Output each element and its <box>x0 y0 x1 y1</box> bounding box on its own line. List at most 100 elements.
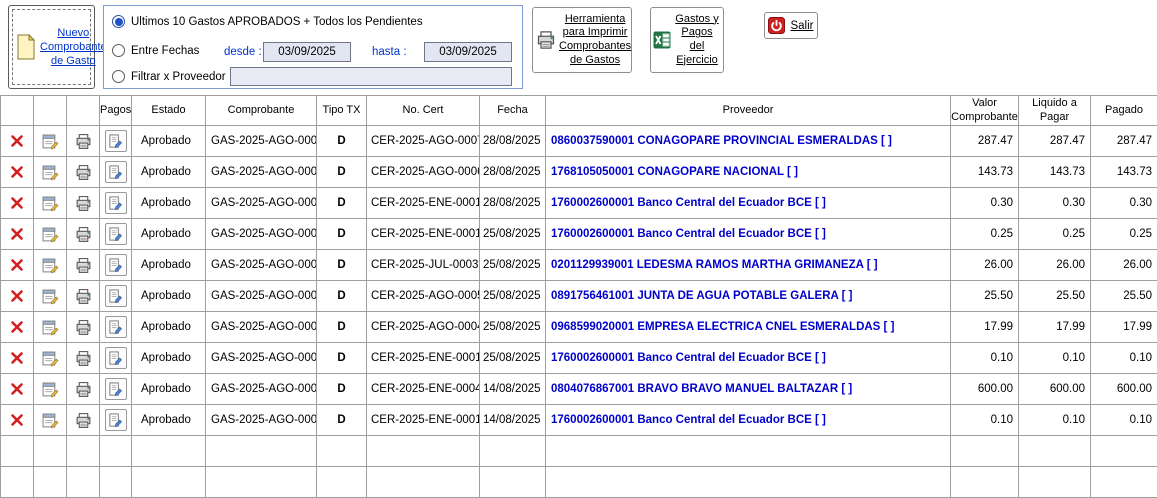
print-row-button[interactable] <box>75 319 92 336</box>
cell-liquido-a-pagar: 0.25 <box>1019 219 1091 250</box>
cell-proveedor[interactable]: 0860037590001 CONAGOPARE PROVINCIAL ESME… <box>546 126 951 157</box>
cell-comprobante: GAS-2025-AGO-00007 <box>206 343 317 374</box>
pagos-button[interactable] <box>105 347 127 369</box>
delete-row-button[interactable] <box>10 227 24 241</box>
cell-comprobante: GAS-2025-AGO-00014 <box>206 126 317 157</box>
cell-edit <box>34 219 67 250</box>
print-row-button[interactable] <box>75 257 92 274</box>
empty-cell <box>34 436 67 467</box>
pagos-button[interactable] <box>105 254 127 276</box>
pagos-button[interactable] <box>105 378 127 400</box>
edit-row-button[interactable] <box>42 381 59 398</box>
edit-record-icon <box>42 319 59 336</box>
edit-row-button[interactable] <box>42 288 59 305</box>
print-row-button[interactable] <box>75 412 92 429</box>
cell-no-cert: CER-2025-JUL-0003 <box>367 250 480 281</box>
cell-tipo-tx: D <box>317 312 367 343</box>
cell-liquido-a-pagar: 0.30 <box>1019 188 1091 219</box>
cell-delete <box>1 188 34 219</box>
delete-x-icon <box>10 289 24 303</box>
cell-print <box>67 374 100 405</box>
delete-row-button[interactable] <box>10 413 24 427</box>
delete-row-button[interactable] <box>10 320 24 334</box>
pagos-edit-icon <box>108 258 123 273</box>
delete-row-button[interactable] <box>10 351 24 365</box>
delete-row-button[interactable] <box>10 196 24 210</box>
delete-row-button[interactable] <box>10 382 24 396</box>
cell-valor-comprobante: 600.00 <box>951 374 1019 405</box>
cell-edit <box>34 281 67 312</box>
cell-proveedor[interactable]: 1760002600001 Banco Central del Ecuador … <box>546 219 951 250</box>
radio-option-entre-fechas[interactable]: Entre Fechas <box>112 44 199 57</box>
cell-proveedor[interactable]: 0201129939001 LEDESMA RAMOS MARTHA GRIMA… <box>546 250 951 281</box>
hasta-date-input[interactable] <box>424 42 512 62</box>
print-row-button[interactable] <box>75 164 92 181</box>
cell-pagos <box>100 281 132 312</box>
cell-fecha: 14/08/2025 <box>480 374 546 405</box>
new-document-icon <box>15 34 37 60</box>
print-row-button[interactable] <box>75 226 92 243</box>
herramienta-imprimir-button[interactable]: Herramienta para Imprimir Comprobantes d… <box>532 7 632 73</box>
edit-row-button[interactable] <box>42 257 59 274</box>
column-header-tipo-tx: Tipo TX <box>317 96 367 126</box>
column-header-pagado: Pagado <box>1091 96 1157 126</box>
column-header-liquido-a-pagar: Liquido a Pagar <box>1019 96 1091 126</box>
print-row-button[interactable] <box>75 195 92 212</box>
cell-proveedor[interactable]: 0968599020001 EMPRESA ELECTRICA CNEL ESM… <box>546 312 951 343</box>
edit-row-button[interactable] <box>42 412 59 429</box>
delete-row-button[interactable] <box>10 289 24 303</box>
pagos-button[interactable] <box>105 223 127 245</box>
radio-option-ultimos[interactable]: Ultimos 10 Gastos APROBADOS + Todos los … <box>112 15 423 28</box>
column-header-pagos: Pagos <box>100 96 132 126</box>
pagos-button[interactable] <box>105 409 127 431</box>
empty-cell <box>132 436 206 467</box>
desde-date-input[interactable] <box>263 42 351 62</box>
edit-row-button[interactable] <box>42 350 59 367</box>
cell-pagos <box>100 343 132 374</box>
print-row-button[interactable] <box>75 288 92 305</box>
cell-pagos <box>100 126 132 157</box>
pagos-button[interactable] <box>105 316 127 338</box>
salir-button[interactable]: Salir <box>764 12 818 39</box>
cell-fecha: 28/08/2025 <box>480 157 546 188</box>
pagos-button[interactable] <box>105 285 127 307</box>
proveedor-filter-input[interactable] <box>230 67 512 86</box>
print-row-button[interactable] <box>75 350 92 367</box>
cell-pagos <box>100 250 132 281</box>
cell-tipo-tx: D <box>317 405 367 436</box>
pagos-button[interactable] <box>105 192 127 214</box>
cell-estado: Aprobado <box>132 250 206 281</box>
delete-row-button[interactable] <box>10 258 24 272</box>
edit-row-button[interactable] <box>42 195 59 212</box>
edit-row-button[interactable] <box>42 226 59 243</box>
cell-proveedor[interactable]: 0804076867001 BRAVO BRAVO MANUEL BALTAZA… <box>546 374 951 405</box>
cell-comprobante: GAS-2025-AGO-00009 <box>206 281 317 312</box>
cell-estado: Aprobado <box>132 219 206 250</box>
cell-proveedor[interactable]: 0891756461001 JUNTA DE AGUA POTABLE GALE… <box>546 281 951 312</box>
cell-proveedor[interactable]: 1760002600001 Banco Central del Ecuador … <box>546 188 951 219</box>
gastos-pagos-ejercicio-button[interactable]: Gastos y Pagos del Ejercicio <box>650 7 724 73</box>
delete-row-button[interactable] <box>10 165 24 179</box>
cell-estado: Aprobado <box>132 157 206 188</box>
cell-proveedor[interactable]: 1760002600001 Banco Central del Ecuador … <box>546 343 951 374</box>
edit-row-button[interactable] <box>42 133 59 150</box>
pagos-button[interactable] <box>105 161 127 183</box>
print-row-button[interactable] <box>75 381 92 398</box>
nuevo-comprobante-button[interactable]: Nuevo Comprobante de Gasto <box>8 5 95 89</box>
cell-valor-comprobante: 0.10 <box>951 343 1019 374</box>
cell-proveedor[interactable]: 1760002600001 Banco Central del Ecuador … <box>546 405 951 436</box>
print-row-button[interactable] <box>75 133 92 150</box>
cell-comprobante: GAS-2025-AGO-00010 <box>206 250 317 281</box>
empty-cell <box>1 436 34 467</box>
cell-valor-comprobante: 287.47 <box>951 126 1019 157</box>
cell-proveedor[interactable]: 1768105050001 CONAGOPARE NACIONAL [ ] <box>546 157 951 188</box>
power-icon <box>768 17 785 34</box>
edit-row-button[interactable] <box>42 319 59 336</box>
empty-table-row <box>1 436 1157 467</box>
cell-delete <box>1 157 34 188</box>
edit-row-button[interactable] <box>42 164 59 181</box>
pagos-button[interactable] <box>105 130 127 152</box>
radio-option-filtrar-proveedor[interactable]: Filtrar x Proveedor <box>112 70 226 83</box>
delete-row-button[interactable] <box>10 134 24 148</box>
cell-pagos <box>100 188 132 219</box>
